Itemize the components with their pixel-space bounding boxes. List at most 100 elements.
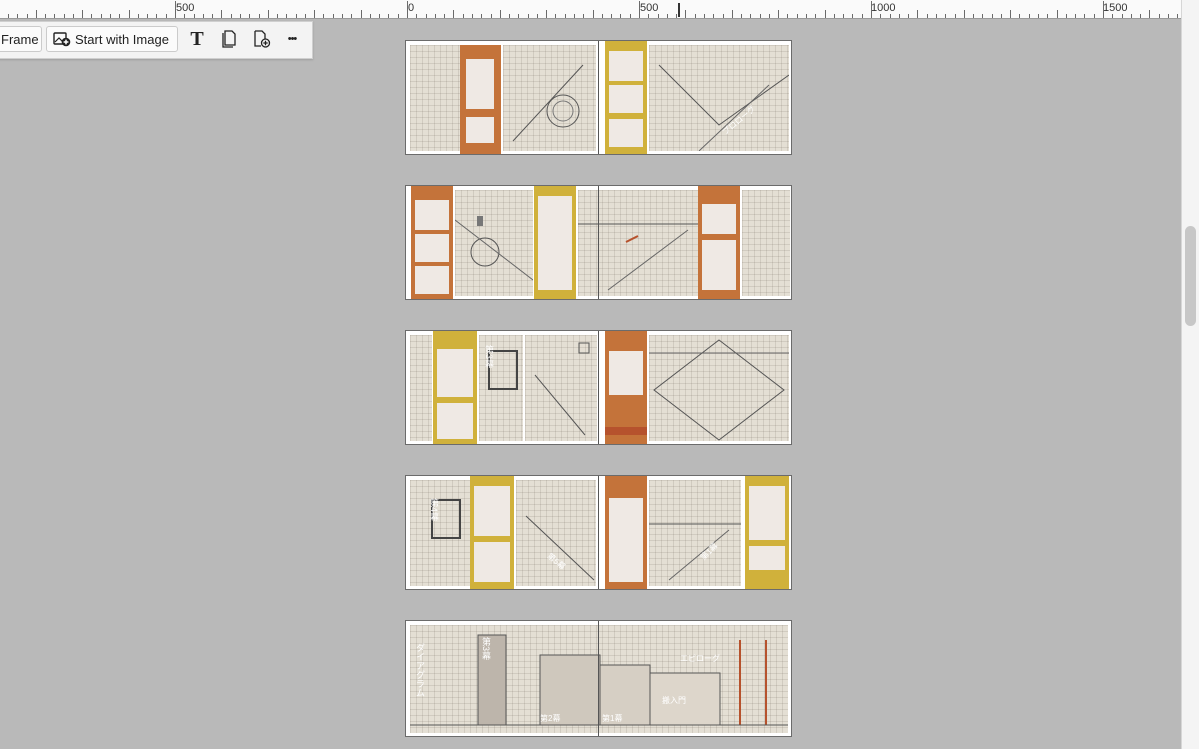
ruler-tick	[760, 14, 761, 18]
ruler-tick	[769, 14, 770, 18]
ruler-tick	[992, 14, 993, 18]
ruler-tick	[518, 14, 519, 18]
drawing-panel	[525, 335, 597, 441]
ruler-tick	[342, 14, 343, 18]
ruler-tick	[1047, 14, 1048, 18]
ruler-tick	[305, 14, 306, 18]
ruler-tick	[1149, 10, 1150, 18]
start-with-image-button[interactable]: Start with Image	[46, 26, 178, 52]
ruler-tick	[212, 14, 213, 18]
ruler-tick	[453, 10, 454, 18]
ruler-tick	[1094, 14, 1095, 18]
contextual-task-bar: Frame Start with Image T •••	[0, 21, 313, 59]
photo-strip	[411, 186, 453, 299]
ruler-label: 1500	[1103, 2, 1128, 14]
spread-fold	[598, 476, 599, 589]
spread-label: 第3幕	[481, 637, 491, 661]
ruler-tick	[407, 1, 408, 18]
ruler-tick	[361, 10, 362, 18]
ruler-tick	[741, 14, 742, 18]
ruler-tick	[147, 14, 148, 18]
ruler-tick	[611, 14, 612, 18]
elevation-drawing: エピローグ 第2幕 第1幕 搬入門 第3幕 ダイアグラム	[410, 625, 788, 733]
add-page-icon[interactable]	[251, 28, 273, 50]
ruler-tick	[871, 1, 872, 18]
ruler-tick	[667, 14, 668, 18]
ruler-tick	[240, 14, 241, 18]
ruler-tick	[964, 10, 965, 18]
text-icon[interactable]: T	[186, 28, 208, 50]
ruler-label: 1000	[871, 2, 896, 14]
ruler-tick	[602, 14, 603, 18]
ruler-tick	[927, 14, 928, 18]
photo-strip	[745, 476, 789, 589]
start-with-image-label: Start with Image	[75, 31, 169, 47]
drawing-panel	[649, 335, 789, 441]
ruler-tick	[73, 14, 74, 18]
ruler-tick	[778, 10, 779, 18]
ruler-label: 500	[640, 2, 659, 14]
vertical-scrollbar[interactable]	[1181, 0, 1199, 749]
ruler-cursor-marker	[678, 3, 680, 17]
ruler-tick	[333, 14, 334, 18]
ruler-tick	[676, 14, 677, 18]
ruler-tick	[908, 14, 909, 18]
ruler-tick	[1159, 14, 1160, 18]
ruler-tick	[955, 14, 956, 18]
ruler-tick	[695, 14, 696, 18]
ruler-tick	[203, 14, 204, 18]
ruler-tick	[268, 10, 269, 18]
drawing-panel	[410, 335, 432, 441]
ruler-tick	[945, 14, 946, 18]
ruler-tick	[797, 14, 798, 18]
ruler-tick	[1057, 10, 1058, 18]
ruler-tick	[351, 14, 352, 18]
ruler-tick	[862, 14, 863, 18]
ruler-tick	[1066, 14, 1067, 18]
page-spread-3[interactable]: 第3幕	[405, 330, 792, 445]
page-spread-5[interactable]: エピローグ 第2幕 第1幕 搬入門 第3幕 ダイアグラム	[405, 620, 792, 737]
ruler-tick	[852, 14, 853, 18]
ruler-label: 500	[176, 2, 195, 14]
drawing-panel: プロローグ	[649, 45, 789, 151]
image-add-icon	[53, 32, 71, 47]
ruler-tick	[481, 14, 482, 18]
scrollbar-thumb[interactable]	[1185, 226, 1196, 326]
page-spread-4[interactable]: 第4幕 第5幕 第1幕	[405, 475, 792, 590]
ruler-tick	[1038, 14, 1039, 18]
ruler-tick	[435, 14, 436, 18]
ruler-tick	[528, 14, 529, 18]
spread-label: 第3幕	[484, 345, 494, 369]
ruler-tick	[713, 14, 714, 18]
ruler-tick	[555, 14, 556, 18]
ruler-tick	[1001, 14, 1002, 18]
page-spread-2[interactable]	[405, 185, 792, 300]
ruler-tick	[630, 14, 631, 18]
ruler-label: 0	[408, 2, 415, 14]
ruler-tick	[899, 14, 900, 18]
more-icon[interactable]: •••	[281, 28, 303, 50]
ruler-tick	[500, 10, 501, 18]
ruler-tick	[574, 14, 575, 18]
ruler-tick	[296, 14, 297, 18]
ruler-tick	[1122, 14, 1123, 18]
page-spread-1[interactable]: プロローグ	[405, 40, 792, 155]
ruler-tick	[704, 14, 705, 18]
frame-button[interactable]: Frame	[0, 26, 42, 52]
ruler-tick	[973, 14, 974, 18]
horizontal-ruler[interactable]: 500 0 500 1000 1500	[0, 0, 1182, 19]
ruler-tick	[1029, 14, 1030, 18]
ruler-tick	[314, 10, 315, 18]
ruler-tick	[1103, 1, 1104, 18]
ruler-tick	[101, 14, 102, 18]
frame-button-label: Frame	[1, 31, 39, 47]
pages-icon[interactable]	[218, 28, 240, 50]
ruler-tick	[54, 14, 55, 18]
ruler-tick	[1019, 14, 1020, 18]
spread-fold	[598, 621, 599, 736]
ruler-tick	[750, 14, 751, 18]
ruler-tick	[546, 10, 547, 18]
ruler-tick	[27, 14, 28, 18]
ruler-tick	[880, 14, 881, 18]
ruler-tick	[1084, 14, 1085, 18]
